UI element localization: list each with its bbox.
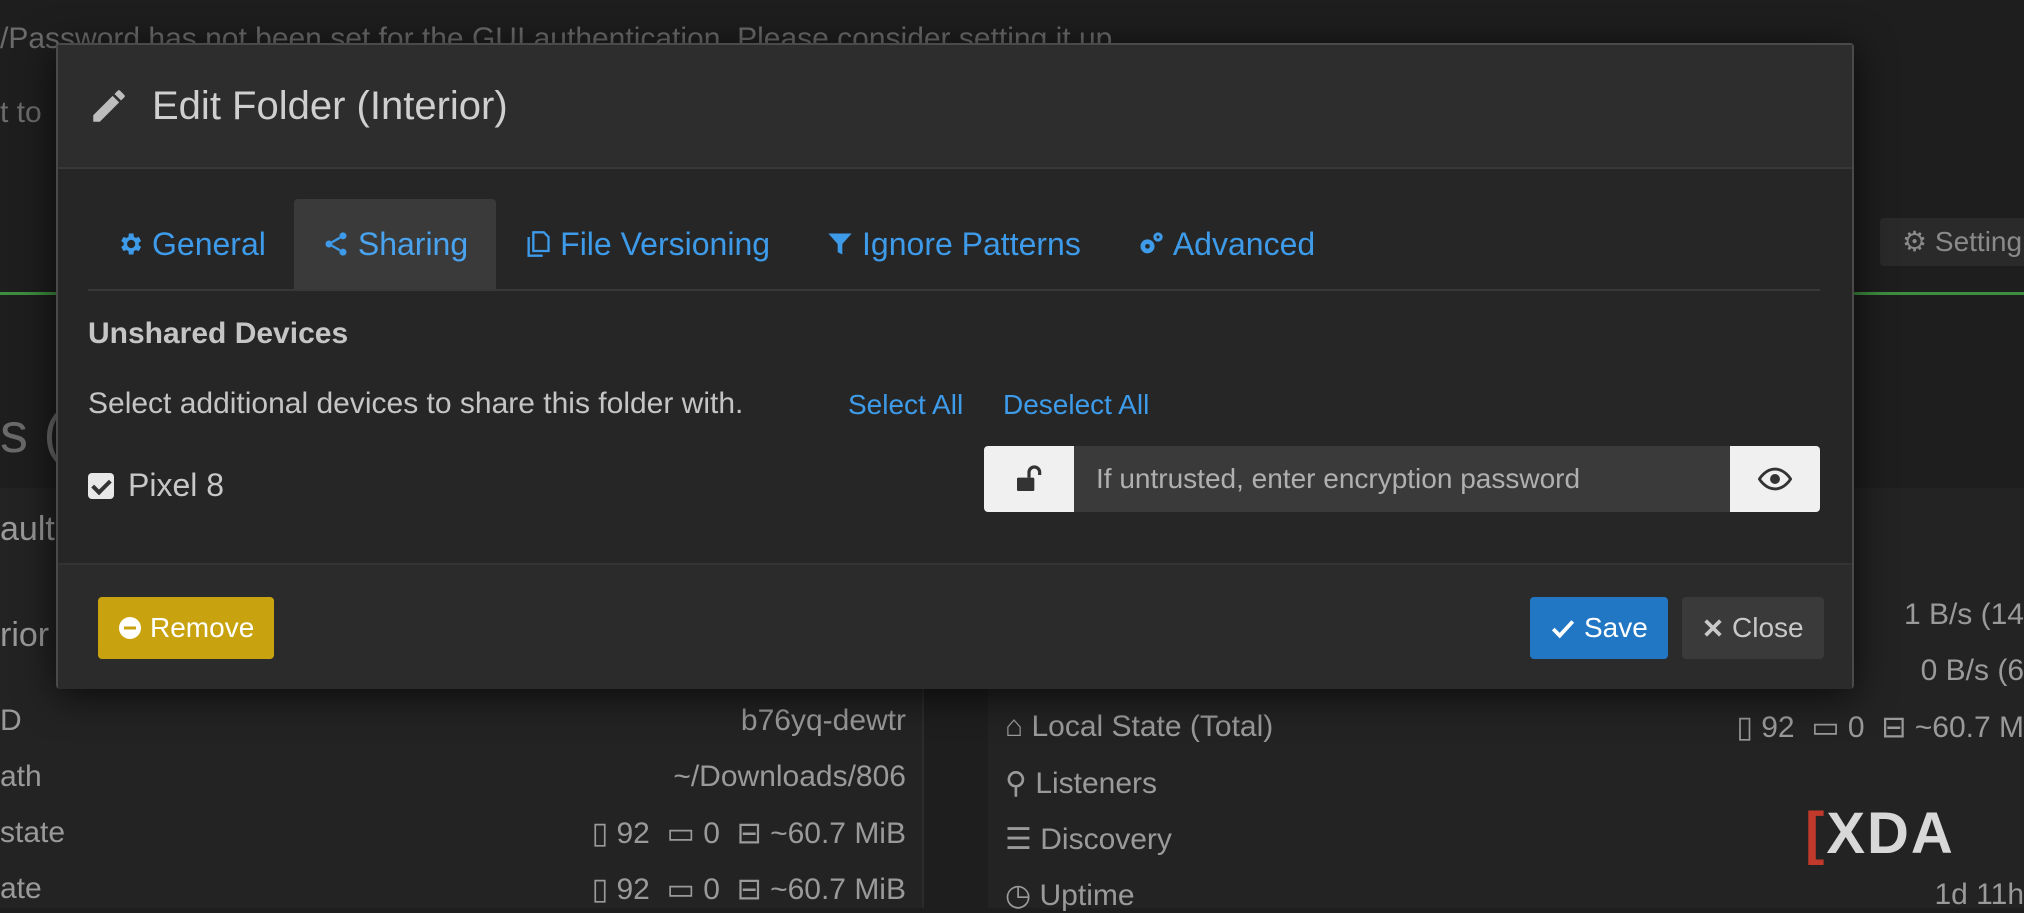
gears-icon [1140,232,1163,254]
xda-watermark: [XDA [1805,801,1955,866]
share-help-text: Select additional devices to share this … [88,387,744,420]
close-button[interactable]: Close [1682,597,1824,659]
check-icon [1551,620,1575,639]
tab-label: General [152,225,266,262]
bg-local-state: ▯ 92 ▭ 0 ⊟ ~60.7 MiB [591,817,906,850]
files-icon [527,231,550,257]
remove-button[interactable]: Remove [98,597,275,659]
bg-row-label: D [0,704,22,737]
bg-global-state: ▯ 92 ▭ 0 ⊟ ~60.7 MiB [591,873,906,906]
device-row-pixel-8: Pixel 8 [88,467,224,504]
bg-listeners: ⚲ Listeners [1005,767,1158,800]
tab-file-versioning[interactable]: File Versioning [496,199,798,289]
unlock-icon [1017,465,1042,491]
save-button[interactable]: Save [1530,597,1668,659]
bg-upload-rate: 0 B/s (6 [1920,654,2024,687]
bg-uptime-value: 1d 11h [1934,878,2024,911]
unlock-toggle[interactable] [984,446,1074,512]
bg-local-state-total: ⌂ Local State (Total) [1005,710,1274,743]
bg-row-label: ath [0,760,42,793]
bg-row-label: ault [0,510,55,548]
close-icon [1704,619,1722,637]
device-checkbox[interactable] [88,472,114,499]
bg-row-label: state [0,816,66,849]
bg-banner-line2: t to [0,96,42,129]
tab-label: Sharing [357,225,469,262]
dialog-tabs: General Sharing File Versioning Ignore P… [88,199,1820,291]
bg-row-label: ate [0,872,42,905]
unshared-devices-heading: Unshared Devices [88,317,349,350]
minus-circle-icon [119,617,141,639]
dialog-title: Edit Folder (Interior) [152,83,508,128]
tab-sharing[interactable]: Sharing [293,199,497,289]
tab-advanced[interactable]: Advanced [1109,199,1343,289]
bg-uptime: ◷ Uptime [1005,879,1135,912]
select-all-link[interactable]: Select All [848,389,963,421]
close-label: Close [1732,612,1804,643]
pencil-icon [93,90,125,122]
bg-settings-button: ⚙ Setting [1880,218,2024,266]
dialog-header: Edit Folder (Interior) [58,45,1852,169]
deselect-all-link[interactable]: Deselect All [1003,389,1149,421]
bg-folder-id: b76yq-dewtr [740,704,906,737]
filter-icon [828,233,852,255]
eye-icon [1758,467,1792,491]
remove-label: Remove [150,612,255,643]
bg-local-state-total-value: ▯ 92 ▭ 0 ⊟ ~60.7 M [1736,711,2024,744]
share-icon [325,232,347,256]
show-password-button[interactable] [1730,446,1820,512]
bg-download-rate: 1 B/s (14 [1903,598,2024,631]
device-label: Pixel 8 [128,467,225,503]
tab-label: File Versioning [560,225,771,262]
tab-ignore-patterns[interactable]: Ignore Patterns [798,199,1109,289]
dialog-footer: Remove Save Close [58,563,1852,689]
edit-folder-dialog: Edit Folder (Interior) General Sharing F… [56,43,1854,689]
bg-row-label: rior [0,616,50,654]
encryption-password-input[interactable] [1074,446,1730,512]
bg-folder-path: ~/Downloads/806 [673,760,906,793]
gear-icon [121,233,142,255]
tab-label: Ignore Patterns [862,225,1081,262]
bg-discovery: ☰ Discovery [1005,823,1172,856]
save-label: Save [1584,612,1648,643]
tab-label: Advanced [1172,225,1316,262]
tab-general[interactable]: General [88,199,294,289]
encryption-password-group [984,446,1820,512]
